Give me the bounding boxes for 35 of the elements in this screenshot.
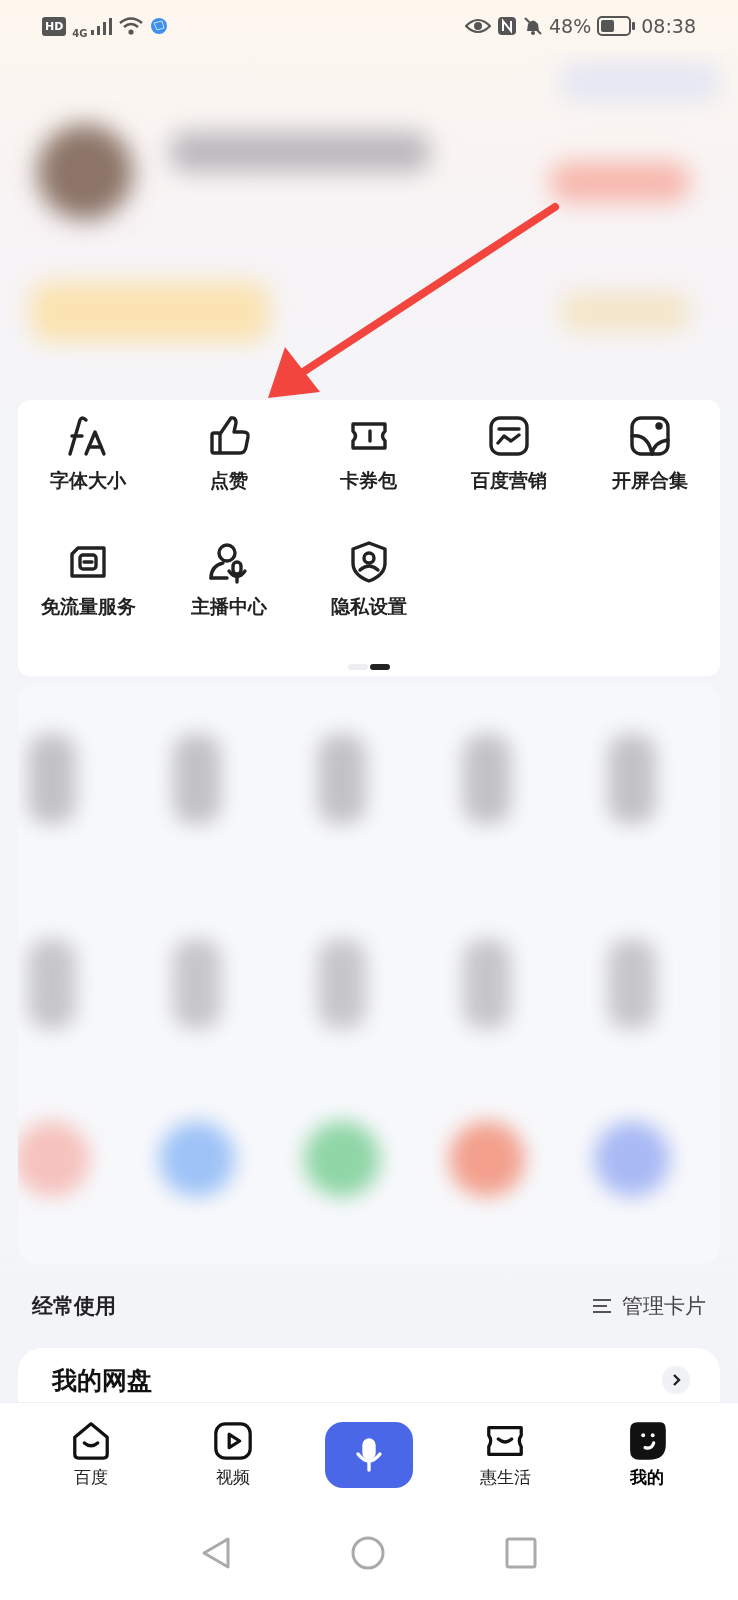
eye-icon — [465, 18, 491, 34]
section-title: 经常使用 — [32, 1293, 116, 1320]
tool-item[interactable]: 开屏合集 — [579, 412, 720, 538]
tool-item[interactable]: 卡券包 — [298, 412, 440, 538]
tool-item[interactable]: 百度营销 — [439, 412, 580, 538]
tool-item[interactable]: 字体大小 — [18, 412, 159, 538]
home-icon[interactable] — [351, 1536, 385, 1570]
tab[interactable]: 我的 — [597, 1420, 697, 1489]
microphone-icon — [354, 1437, 384, 1472]
back-icon[interactable] — [201, 1536, 231, 1570]
voice-button[interactable] — [325, 1421, 413, 1488]
recents-icon[interactable] — [505, 1537, 537, 1569]
tab[interactable]: 视频 — [183, 1420, 283, 1489]
tool-item[interactable]: 主播中心 — [158, 538, 299, 664]
signal-icon — [89, 17, 112, 35]
home-icon — [70, 1420, 112, 1462]
globe-icon — [149, 17, 168, 35]
battery-percent: 48% — [549, 15, 592, 37]
manage-cards-button[interactable]: 管理卡片 — [592, 1292, 706, 1320]
list-icon — [592, 1298, 612, 1314]
nfc-icon — [497, 16, 517, 36]
tab[interactable]: 百度 — [41, 1420, 141, 1489]
wifi-icon — [117, 16, 144, 36]
card-title: 我的网盘 — [52, 1364, 152, 1397]
mute-icon — [523, 16, 543, 36]
network-type: 4G — [72, 27, 88, 39]
tab[interactable]: 惠生活 — [455, 1420, 555, 1489]
clock: 08:38 — [641, 15, 696, 37]
video-icon — [212, 1420, 254, 1462]
tool-item[interactable]: 点赞 — [158, 412, 299, 538]
hd-badge: HD — [42, 16, 67, 36]
battery-icon — [597, 16, 636, 36]
chevron-icon[interactable] — [662, 1366, 690, 1394]
tool-item[interactable]: 隐私设置 — [298, 538, 440, 664]
tool-item[interactable]: 免流量服务 — [18, 538, 159, 664]
